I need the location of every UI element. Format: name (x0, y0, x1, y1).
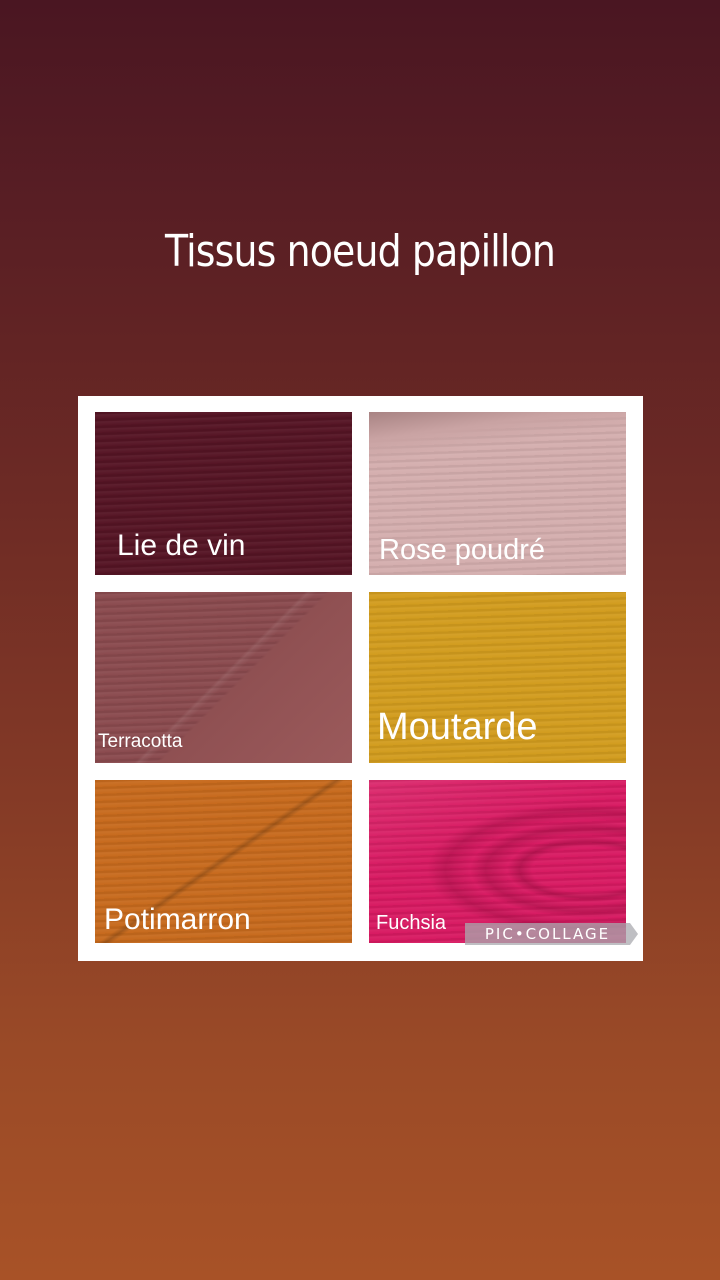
swatch-lie-de-vin: Lie de vin (95, 412, 352, 575)
swatch-rose-poudre: Rose poudré (369, 412, 626, 575)
swatch-potimarron: Potimarron (95, 780, 352, 943)
swatch-label: Terracotta (98, 731, 183, 752)
swatch-label: Lie de vin (117, 529, 246, 562)
swatch-fuchsia: Fuchsia (369, 780, 626, 943)
swatch-terracotta: Terracotta (95, 592, 352, 763)
pic-collage-watermark: PIC•COLLAGE (465, 923, 638, 945)
swatch-label: Potimarron (104, 903, 251, 936)
fabric-collage: Lie de vin Rose poudré Terracotta Moutar… (78, 396, 643, 961)
swatch-label: Fuchsia (376, 912, 447, 934)
story-title: Tissus noeud papillon (165, 226, 556, 277)
swatch-label: Rose poudré (379, 534, 546, 566)
swatch-moutarde: Moutarde (369, 592, 626, 763)
swatch-label: Moutarde (377, 706, 538, 748)
